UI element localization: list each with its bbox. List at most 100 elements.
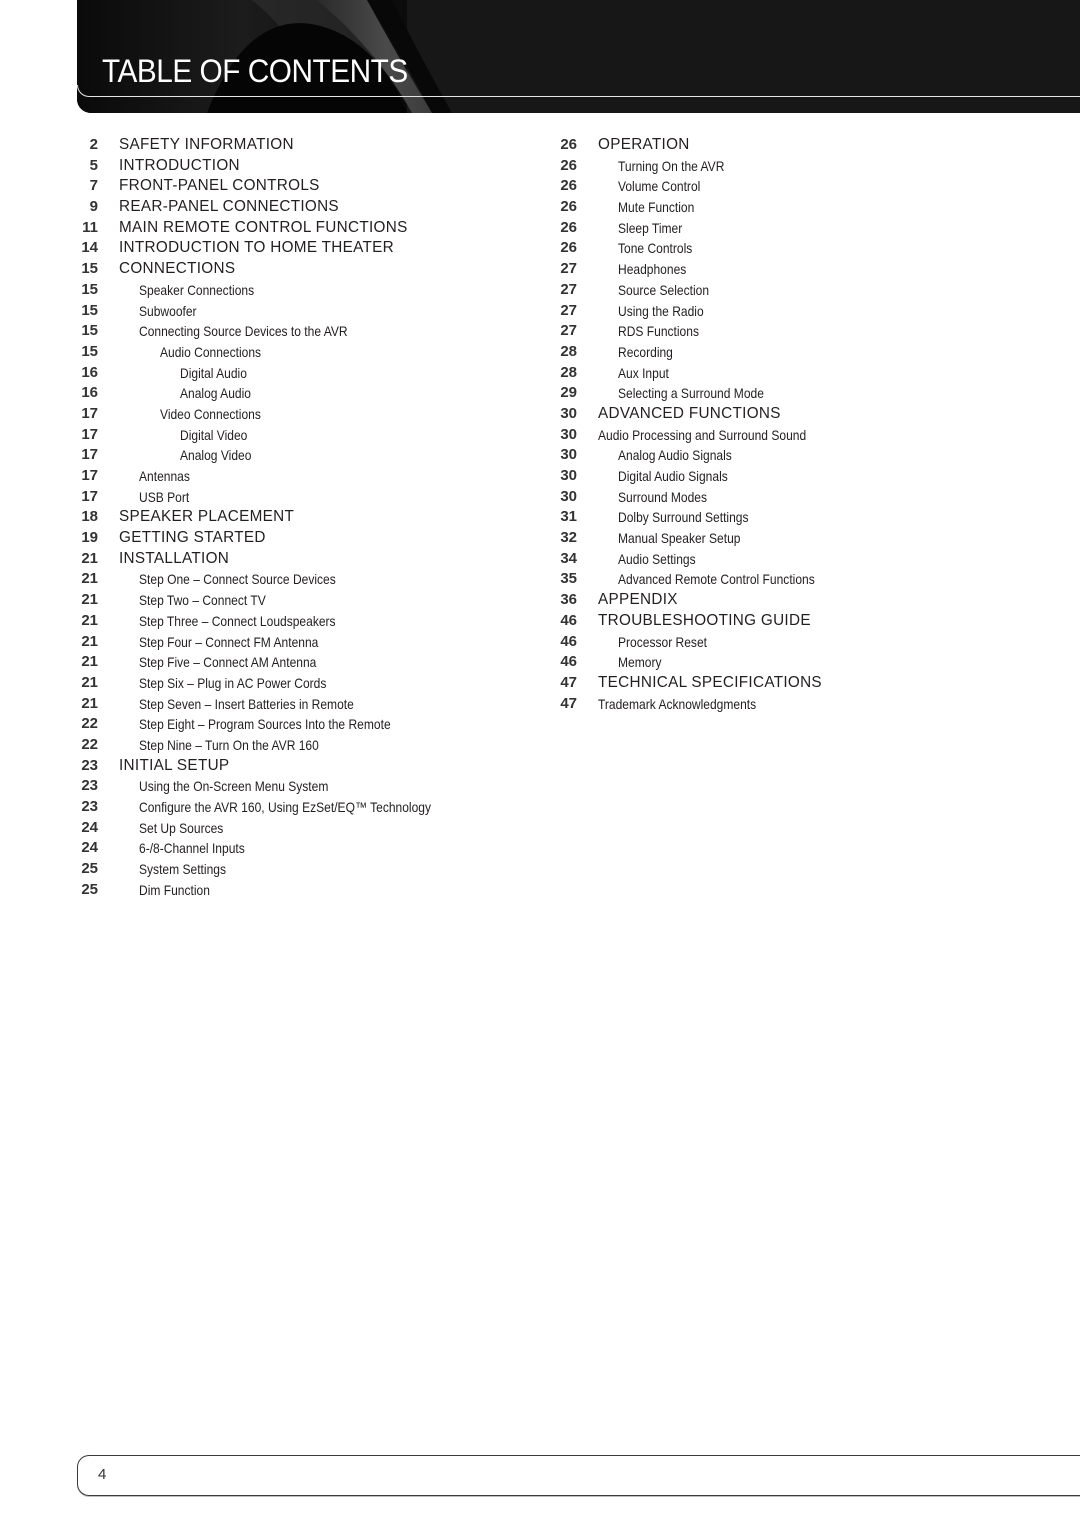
toc-entry-title: RDS Functions xyxy=(618,323,699,340)
toc-page-number: 15 xyxy=(81,260,98,278)
toc-entry-title: Selecting a Surround Mode xyxy=(618,385,764,402)
toc-page-number: 47 xyxy=(560,694,577,712)
toc-page-number: 23 xyxy=(81,777,98,795)
toc-page-number: 26 xyxy=(560,198,577,216)
toc-entry-title: 6-/8-Channel Inputs xyxy=(139,840,245,857)
toc-page-number: 2 xyxy=(89,136,98,153)
toc-page-number: 21 xyxy=(81,632,98,650)
toc-entry-title: TECHNICAL SPECIFICATIONS xyxy=(598,673,822,691)
toc-page-number: 17 xyxy=(81,425,98,443)
toc-page-number: 27 xyxy=(560,301,577,319)
toc-page-number: 18 xyxy=(81,508,98,526)
toc-entry-title: MAIN REMOTE CONTROL FUNCTIONS xyxy=(119,218,408,236)
toc-entry-title: Dim Function xyxy=(139,881,210,898)
toc-page-number: 22 xyxy=(81,715,98,733)
toc-entry-title: Surround Modes xyxy=(618,488,708,505)
toc-entry-title: Audio Processing and Surround Sound xyxy=(598,426,807,443)
toc-page-number: 26 xyxy=(560,136,577,153)
toc-entry-title: Subwoofer xyxy=(139,302,197,319)
toc-entry-title: INITIAL SETUP xyxy=(119,756,230,774)
toc-page-number: 19 xyxy=(81,529,98,547)
toc-entry-title: Digital Audio xyxy=(180,364,247,381)
toc-entry-title: Step Four – Connect FM Antenna xyxy=(139,633,319,650)
page-title: TABLE OF CONTENTS xyxy=(102,53,408,89)
toc-page-number: 17 xyxy=(81,446,98,464)
toc-entry-title: Step Eight – Program Sources Into the Re… xyxy=(139,716,391,733)
toc-page-number: 15 xyxy=(81,301,98,319)
toc-entry-title: Audio Settings xyxy=(618,550,696,567)
toc-page-number: 15 xyxy=(81,342,98,360)
toc-page-number: 11 xyxy=(82,218,98,236)
toc-page-number: 30 xyxy=(560,467,577,484)
toc-page-number: 22 xyxy=(81,735,98,753)
toc-entry-title: Recording xyxy=(618,343,673,360)
toc-page-number: 30 xyxy=(560,425,577,443)
toc-entry-title: Processor Reset xyxy=(618,633,707,650)
toc-page-number: 21 xyxy=(81,549,98,567)
toc-page-number: 26 xyxy=(560,239,577,257)
toc-entry-title: INTRODUCTION xyxy=(119,156,240,174)
toc-entry-title: OPERATION xyxy=(598,136,690,153)
toc-entry-title: Turning On the AVR xyxy=(618,157,725,174)
toc-entry-title: Configure the AVR 160, Using EzSet/EQ™ T… xyxy=(139,799,432,815)
toc-entry-title: Step Three – Connect Loudspeakers xyxy=(139,612,336,629)
toc-page-number: 21 xyxy=(81,673,98,691)
toc-page-number: 32 xyxy=(560,529,577,547)
toc-page-number: 27 xyxy=(560,322,577,340)
toc-entry-title: Step Five – Connect AM Antenna xyxy=(139,654,317,671)
toc-page-number: 5 xyxy=(89,156,98,174)
toc-entry-title: SPEAKER PLACEMENT xyxy=(119,508,295,526)
toc-page-number: 17 xyxy=(81,404,98,422)
toc-entry-title: Speaker Connections xyxy=(139,281,255,298)
toc-page-number: 23 xyxy=(81,756,98,774)
toc-entry-title: Set Up Sources xyxy=(139,819,224,836)
toc-entry-title: Digital Video xyxy=(180,426,248,443)
toc-page-number: 34 xyxy=(560,549,577,567)
toc-page-number: 14 xyxy=(81,239,98,257)
toc-entry-title: USB Port xyxy=(139,488,190,505)
toc-entry-title: Dolby Surround Settings xyxy=(618,509,749,526)
toc-page-number: 26 xyxy=(560,177,577,195)
toc-page-number: 31 xyxy=(560,508,577,526)
toc-entry-title: Trademark Acknowledgments xyxy=(598,695,757,712)
toc-page-number: 28 xyxy=(560,342,577,360)
toc-page-number: 35 xyxy=(560,570,577,588)
toc-entry-title: Step Seven – Insert Batteries in Remote xyxy=(139,695,354,712)
toc-page-number: 21 xyxy=(81,653,98,671)
toc-page-number: 29 xyxy=(560,384,577,402)
toc-page-number: 21 xyxy=(81,611,98,629)
toc-page-number: 30 xyxy=(560,404,577,422)
toc-entry-title: Source Selection xyxy=(618,281,710,298)
toc-page-number: 25 xyxy=(81,880,98,898)
toc-page-number: 21 xyxy=(81,694,98,712)
toc-page-number: 46 xyxy=(560,632,577,650)
page-number: 4 xyxy=(98,1466,107,1483)
toc-entry-title: Memory xyxy=(618,654,662,671)
toc-entry-title: Mute Function xyxy=(618,199,695,216)
toc-page-number: 24 xyxy=(81,839,98,857)
toc-entry-title: Step Nine – Turn On the AVR 160 xyxy=(139,736,319,753)
header-banner: TABLE OF CONTENTS xyxy=(77,0,1080,113)
toc-entry-title: REAR-PANEL CONNECTIONS xyxy=(119,198,339,216)
toc-page-number: 46 xyxy=(560,653,577,671)
toc-entry-title: Tone Controls xyxy=(618,240,693,257)
toc-entry-title: Analog Audio Signals xyxy=(618,447,732,464)
toc-entry-title: Volume Control xyxy=(618,178,701,195)
toc-page-number: 15 xyxy=(81,322,98,340)
toc-entry-title: INSTALLATION xyxy=(119,549,230,567)
toc-page-number: 46 xyxy=(560,611,577,629)
toc-entry-title: Digital Audio Signals xyxy=(618,468,728,484)
toc-entry-title: Step One – Connect Source Devices xyxy=(139,571,336,588)
toc-entry-title: Step Two – Connect TV xyxy=(139,592,266,609)
toc-page-number: 21 xyxy=(81,591,98,609)
toc-page-number: 17 xyxy=(81,467,98,484)
toc-entry-title: Using the Radio xyxy=(618,302,704,319)
toc-page-number: 47 xyxy=(560,673,577,691)
toc-entry-title: System Settings xyxy=(139,861,226,878)
toc-entry-title: Using the On-Screen Menu System xyxy=(139,778,329,795)
toc-page-number: 23 xyxy=(81,798,98,815)
toc-entry-title: CONNECTIONS xyxy=(119,260,236,278)
toc-entry-title: ADVANCED FUNCTIONS xyxy=(598,404,781,422)
toc-entry-title: GETTING STARTED xyxy=(119,529,266,547)
toc-entry-title: INTRODUCTION TO HOME THEATER xyxy=(119,239,394,257)
